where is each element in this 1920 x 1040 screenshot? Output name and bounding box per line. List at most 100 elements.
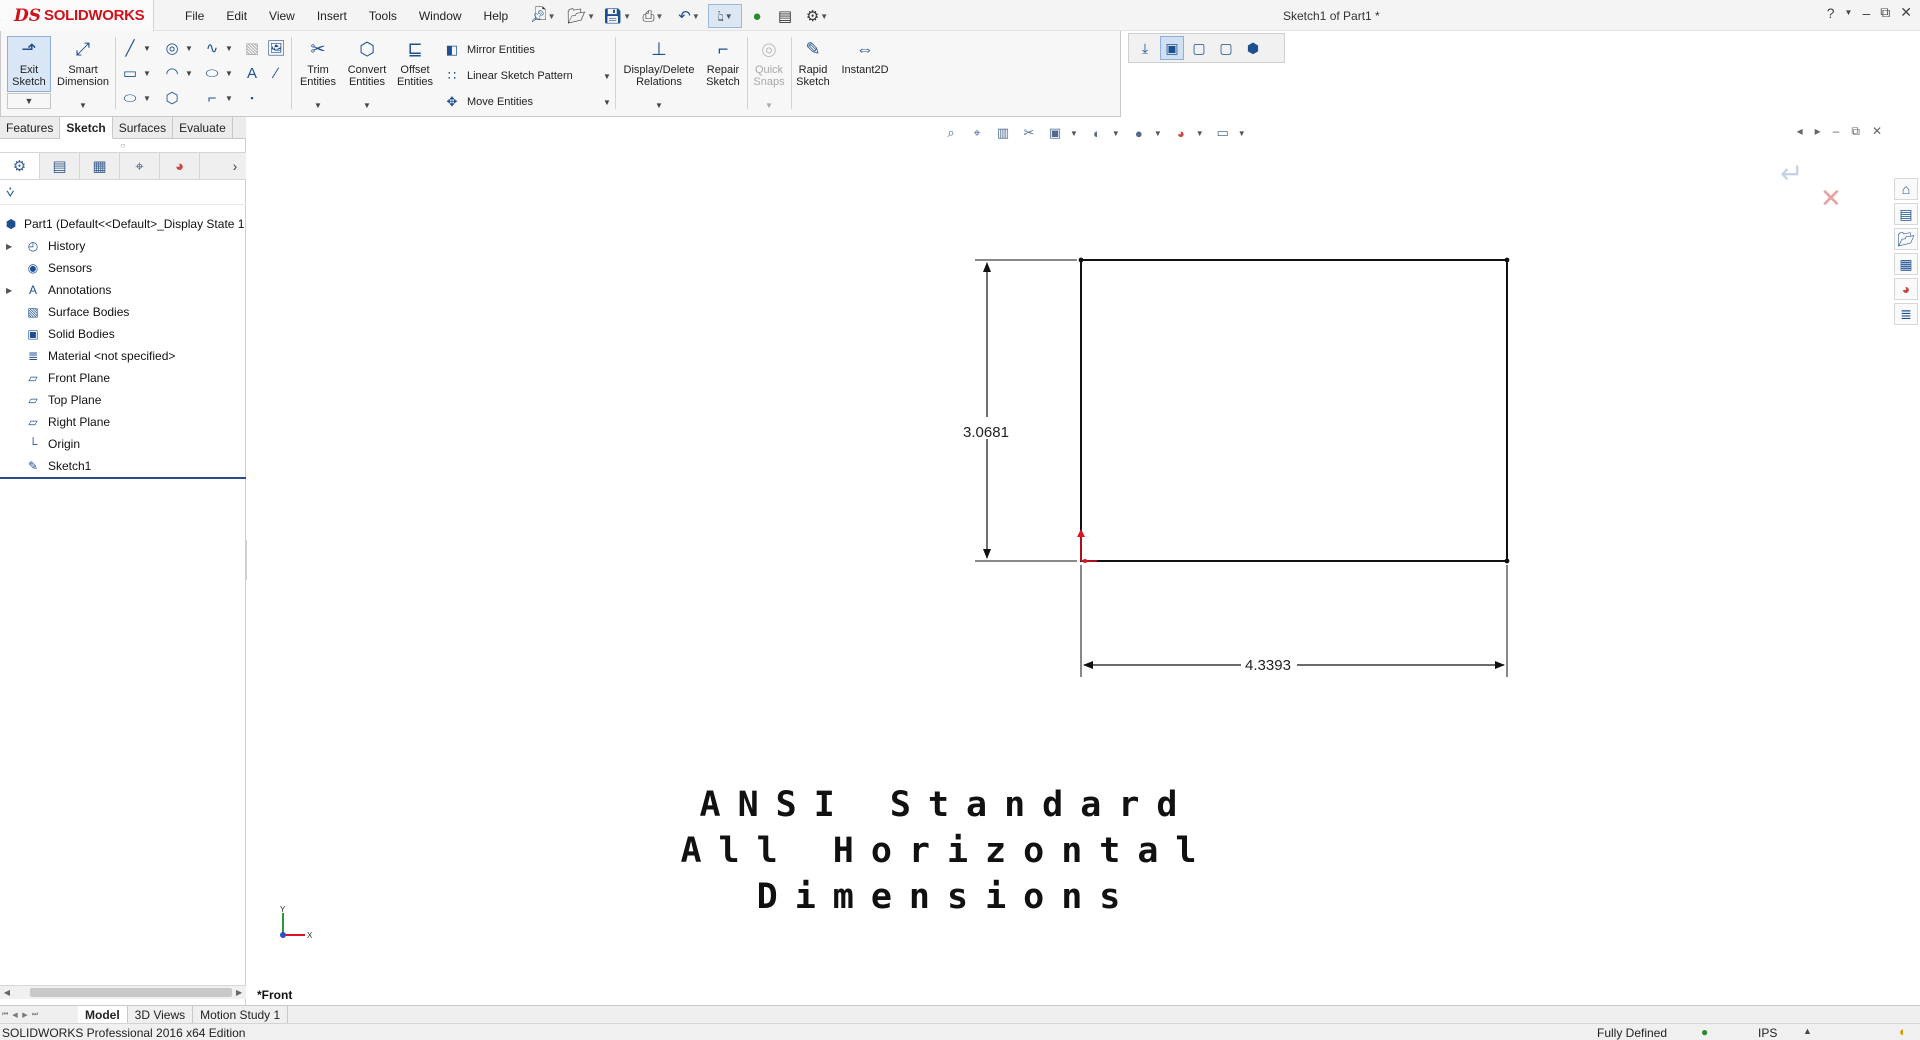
sketch-rectangle[interactable] — [1080, 259, 1508, 562]
solidworks-logo[interactable]: DS SOLIDWORKS — [0, 0, 154, 31]
expand-arrow-icon[interactable]: ▶ — [6, 286, 12, 295]
file-properties-button[interactable]: ▤ — [772, 4, 798, 28]
ellipse-icon[interactable]: ⬭ — [201, 62, 223, 84]
chevron-down-icon[interactable]: ▼ — [363, 101, 371, 110]
scroll-left-icon[interactable]: ◀ — [0, 988, 14, 997]
chevron-down-icon[interactable]: ▼ — [143, 44, 151, 53]
spline-icon[interactable]: ∿ — [201, 37, 223, 59]
tree-item-history[interactable]: ▶ ◴ History — [0, 235, 246, 257]
sketch-point[interactable] — [1504, 558, 1510, 564]
chevron-down-icon[interactable]: ▼ — [225, 94, 233, 103]
tree-item-material[interactable]: ≣ Material <not specified> — [0, 345, 246, 367]
appearances-icon[interactable]: ◕ — [1894, 278, 1918, 300]
tree-item-right-plane[interactable]: ▱ Right Plane — [0, 411, 246, 433]
tree-item-sensors[interactable]: ◉ Sensors — [0, 257, 246, 279]
chevron-down-icon[interactable]: ▼ — [623, 12, 631, 21]
display-manager-tab-icon[interactable]: ◕ — [160, 153, 200, 179]
text-icon[interactable]: A — [241, 62, 263, 84]
sketch-point[interactable] — [1078, 257, 1084, 263]
chevron-down-icon[interactable]: ▼ — [185, 69, 193, 78]
expand-arrow-icon[interactable]: ▶ — [6, 242, 12, 251]
select-button[interactable]: 👆︎ ▼ — [708, 4, 742, 28]
options-button[interactable]: ⚙ ▼ — [800, 4, 834, 28]
design-library-icon[interactable]: ▤ — [1894, 203, 1918, 225]
panel-grip[interactable]: ○ — [0, 140, 246, 152]
tab-features[interactable]: Features — [0, 117, 61, 139]
centerline-icon[interactable]: ∕ — [265, 62, 287, 84]
minimize-button[interactable]: – — [1862, 5, 1870, 21]
menu-insert[interactable]: Insert — [306, 9, 358, 23]
chevron-down-icon[interactable]: ▼ — [820, 12, 828, 21]
rapid-sketch-button[interactable]: ✎ Rapid Sketch — [793, 37, 833, 88]
previous-tab-icon[interactable]: ◀ — [10, 1011, 20, 1019]
chevron-down-icon[interactable]: ▼ — [692, 12, 700, 21]
repair-sketch-button[interactable]: ⌐ Repair Sketch — [701, 37, 745, 88]
rebuild-status-icon[interactable]: ● — [1701, 1025, 1708, 1039]
chevron-down-icon[interactable]: ▼ — [143, 69, 151, 78]
menu-file[interactable]: File — [174, 9, 215, 23]
move-entities-button[interactable]: ✥ Move Entities — [443, 91, 533, 113]
configuration-manager-tab-icon[interactable]: ▦ — [80, 153, 120, 179]
chevron-up-icon[interactable]: ▲ — [1803, 1026, 1812, 1036]
chevron-down-icon[interactable]: ▼ — [603, 98, 611, 107]
sketch-point[interactable] — [1504, 257, 1510, 263]
chevron-down-icon[interactable]: ▼ — [548, 12, 556, 21]
custom-properties-icon[interactable]: ≣ — [1894, 303, 1918, 325]
arc-icon[interactable]: ◠ — [161, 62, 183, 84]
first-tab-icon[interactable]: ⏮ — [0, 1011, 10, 1019]
tab-motion-study-1[interactable]: Motion Study 1 — [193, 1006, 289, 1023]
tab-3d-views[interactable]: 3D Views — [128, 1006, 194, 1023]
tree-item-annotations[interactable]: ▶ A Annotations — [0, 279, 246, 301]
file-explorer-icon[interactable]: 📂︎ — [1894, 228, 1918, 250]
tree-item-solid-bodies[interactable]: ▣ Solid Bodies — [0, 323, 246, 345]
top-view-icon[interactable]: ▢ — [1214, 36, 1238, 60]
menu-view[interactable]: View — [258, 9, 306, 23]
solidworks-resources-icon[interactable]: ⌂ — [1894, 178, 1918, 200]
tips-icon[interactable]: ◐ — [1899, 1024, 1907, 1039]
chevron-down-icon[interactable]: ▼ — [725, 12, 733, 21]
filter-icon[interactable]: ⩒ — [0, 181, 246, 205]
line-icon[interactable]: ╱ — [119, 37, 141, 59]
chevron-down-icon[interactable]: ▼ — [143, 94, 151, 103]
tab-model[interactable]: Model — [78, 1006, 128, 1023]
tree-item-origin[interactable]: └ Origin — [0, 433, 246, 455]
chevron-right-icon[interactable]: › — [224, 158, 246, 174]
chevron-down-icon[interactable]: ▼ — [185, 44, 193, 53]
slot-icon[interactable]: ⬭ — [119, 87, 141, 109]
display-delete-relations-button[interactable]: ⊥ Display/Delete Relations — [619, 37, 699, 88]
tree-item-front-plane[interactable]: ▱ Front Plane — [0, 367, 246, 389]
tree-item-surface-bodies[interactable]: ▧ Surface Bodies — [0, 301, 246, 323]
chevron-down-icon[interactable]: ▼ — [587, 12, 595, 21]
instant2d-button[interactable]: ⇔ Instant2D — [837, 37, 893, 76]
fillet-icon[interactable]: ⌐ — [201, 87, 223, 109]
menu-tools[interactable]: Tools — [358, 9, 408, 23]
menu-edit[interactable]: Edit — [215, 9, 258, 23]
horizontal-dimension-value[interactable]: 4.3393 — [1245, 657, 1291, 674]
polygon-icon[interactable]: ⬡ — [161, 87, 183, 109]
next-tab-icon[interactable]: ▶ — [20, 1011, 30, 1019]
feature-manager-tab-icon[interactable]: ⚙ — [0, 153, 40, 179]
menu-window[interactable]: Window — [408, 9, 473, 23]
isometric-view-icon[interactable]: ⬢ — [1241, 36, 1265, 60]
tab-evaluate[interactable]: Evaluate — [173, 117, 233, 139]
chevron-down-icon[interactable]: ▼ — [225, 44, 233, 53]
horizontal-scrollbar[interactable]: ◀ ▶ — [0, 985, 246, 999]
mirror-entities-button[interactable]: ◧ Mirror Entities — [443, 39, 535, 61]
chevron-down-icon[interactable]: ▼ — [603, 72, 611, 81]
graphics-area[interactable]: ⌕ ⌖ ▥ ✂ ▣ ▼ ◐ ▼ ● ▼ ◕ ▼ ▭ ▼ ◂ ▸ – ⧉ ✕ ↵ ✕ — [247, 117, 1892, 1005]
undo-button[interactable]: ↶ ▼ — [672, 4, 706, 28]
circle-icon[interactable]: ◎ — [161, 37, 183, 59]
smart-dimension-button[interactable]: ⤢ Smart Dimension — [55, 37, 111, 88]
dimxpert-manager-tab-icon[interactable]: ⌖ — [120, 153, 160, 179]
tab-surfaces[interactable]: Surfaces — [113, 117, 174, 139]
menu-help[interactable]: Help — [473, 9, 520, 23]
tab-sketch[interactable]: Sketch — [60, 117, 113, 139]
rebuild-button[interactable]: ● — [744, 4, 770, 28]
chevron-down-icon[interactable]: ▼ — [656, 12, 664, 21]
rectangle-icon[interactable]: ▭ — [119, 62, 141, 84]
linear-sketch-pattern-button[interactable]: ∷ Linear Sketch Pattern — [443, 65, 573, 87]
unit-system-text[interactable]: IPS — [1758, 1026, 1777, 1040]
chevron-down-icon[interactable]: ▼ — [7, 93, 51, 109]
scroll-right-icon[interactable]: ▶ — [232, 988, 246, 997]
scrollbar-thumb[interactable] — [29, 988, 233, 997]
